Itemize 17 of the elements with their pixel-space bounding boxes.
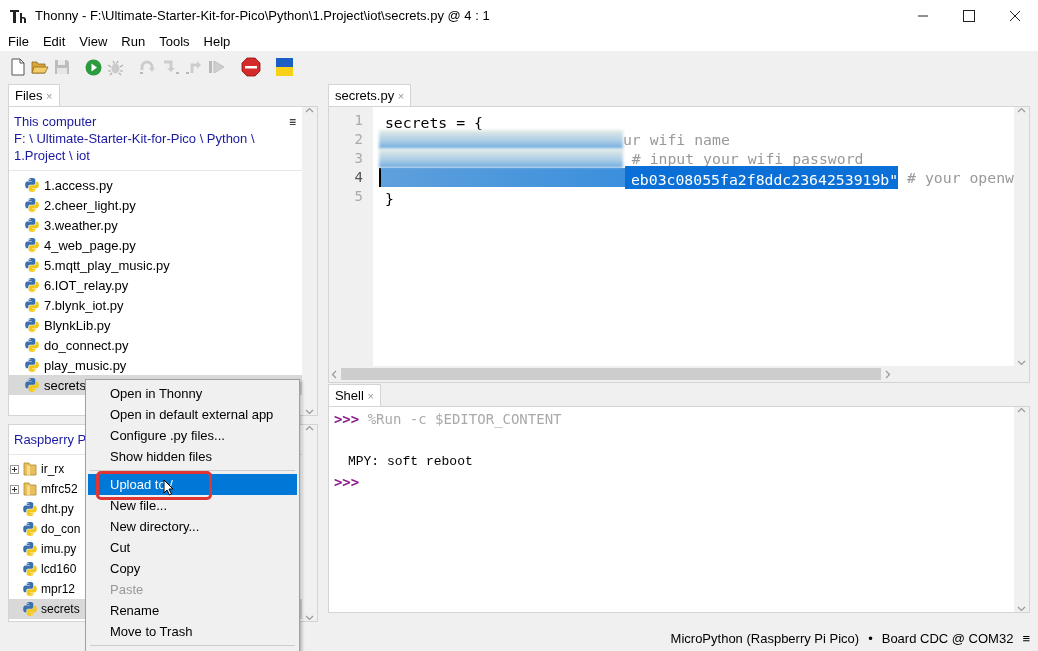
line-number: 4	[353, 168, 364, 187]
line-number: 5	[353, 187, 364, 206]
bullet-separator: •	[868, 630, 873, 646]
window-title: Thonny - F:\Ultimate-Starter-Kit-for-Pico\Python\1.Project\iot\secrets.py @ 4 : 1	[35, 8, 490, 23]
code-comment: ur wifi name	[622, 130, 730, 149]
code-text: }	[383, 189, 395, 208]
code-comment: # your openw	[906, 168, 1014, 187]
shell-command: %Run -c $EDITOR_CONTENT	[366, 411, 562, 427]
shell-prompt: >>>	[333, 411, 360, 427]
code-text: eb03c08055fa2f8ddc2364253919b"	[624, 166, 899, 189]
line-number: 2	[353, 130, 364, 149]
code-comment: # input your wifi password	[630, 149, 864, 168]
code-text: secrets = {	[383, 113, 484, 132]
line-number: 1	[353, 111, 364, 130]
shell-prompt: >>>	[333, 474, 360, 490]
line-number: 3	[353, 149, 364, 168]
shell-output: MPY: soft reboot	[347, 454, 473, 469]
